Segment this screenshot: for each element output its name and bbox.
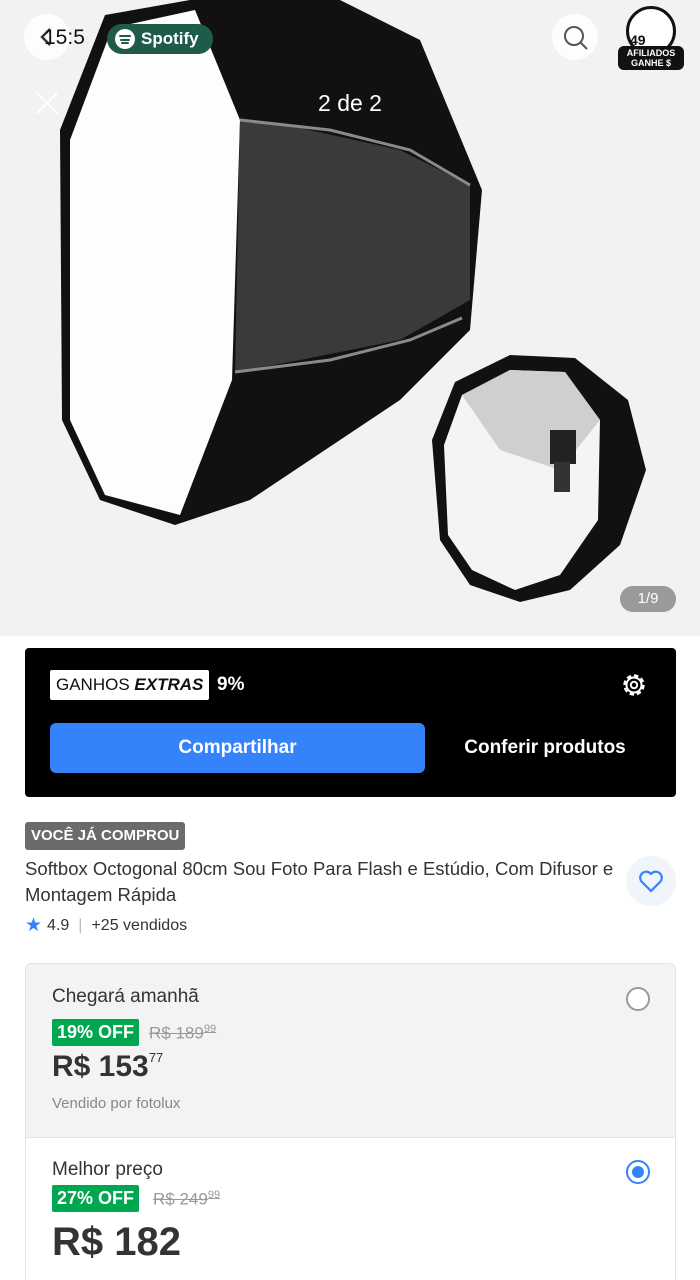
spotify-label: Spotify [141, 29, 199, 48]
offer-radio[interactable] [626, 987, 650, 1011]
spotify-pill[interactable]: Spotify [107, 24, 213, 54]
offer-option[interactable]: Melhor preço 27% OFF R$ 24999 R$ 182 [26, 1137, 675, 1280]
old-price: R$ 24999 [153, 1189, 221, 1209]
sold-count: +25 vendidos [91, 916, 188, 934]
discount-badge: 27% OFF [52, 1185, 140, 1212]
favorite-button[interactable] [626, 856, 676, 906]
image-counter: 1/9 [620, 586, 676, 612]
offer-heading: Melhor preço [52, 1159, 163, 1180]
seller-label: Vendido por fotolux [52, 1095, 181, 1112]
affiliate-badge[interactable]: 49 AFILIADOS GANHE $ [618, 6, 684, 70]
already-bought-badge: VOCÊ JÁ COMPROU [25, 822, 186, 850]
offers-list: Chegará amanhã 19% OFF R$ 18999 R$ 15377… [25, 963, 676, 1280]
ganhos-extras-badge: GANHOS EXTRAS [50, 670, 210, 700]
affiliate-label: AFILIADOS GANHE $ [618, 46, 684, 70]
product-title: Softbox Octogonal 80cm Sou Foto Para Fla… [25, 858, 614, 905]
share-button[interactable]: Compartilhar [50, 723, 425, 773]
gear-icon[interactable] [619, 670, 649, 700]
old-price: R$ 18999 [149, 1023, 217, 1043]
affiliate-extras-card: GANHOS EXTRAS 9% Compartilhar Conferir p… [25, 648, 676, 797]
offer-price: R$ 15377 [52, 1050, 164, 1083]
rating-divider: | [78, 916, 83, 934]
gallery-overlay-counter: 2 de 2 [318, 90, 382, 116]
status-time: 15:5 [44, 26, 85, 49]
product-image-gallery[interactable]: 15:5 Spotify 2 de 2 49 AFILIADOS GANHE $… [0, 0, 700, 636]
discount-badge: 19% OFF [52, 1019, 140, 1046]
star-icon: ★ [25, 915, 43, 936]
badge-emph: EXTRAS [134, 675, 204, 694]
offer-price: R$ 182 [52, 1220, 181, 1264]
offer-option[interactable]: Chegará amanhã 19% OFF R$ 18999 R$ 15377… [26, 964, 675, 1137]
heart-icon [639, 870, 663, 893]
offer-radio-selected[interactable] [626, 1160, 650, 1184]
badge-prefix: GANHOS [56, 675, 130, 694]
wifi-status-icon [552, 14, 598, 60]
rating-row[interactable]: ★ 4.9 | +25 vendidos [25, 914, 187, 937]
close-icon[interactable] [34, 90, 60, 116]
spotify-icon [115, 29, 135, 49]
rating-value: 4.9 [47, 916, 70, 934]
offer-heading: Chegará amanhã [52, 986, 199, 1007]
check-products-button[interactable]: Conferir produtos [440, 723, 650, 773]
extras-percent: 9% [217, 674, 245, 695]
